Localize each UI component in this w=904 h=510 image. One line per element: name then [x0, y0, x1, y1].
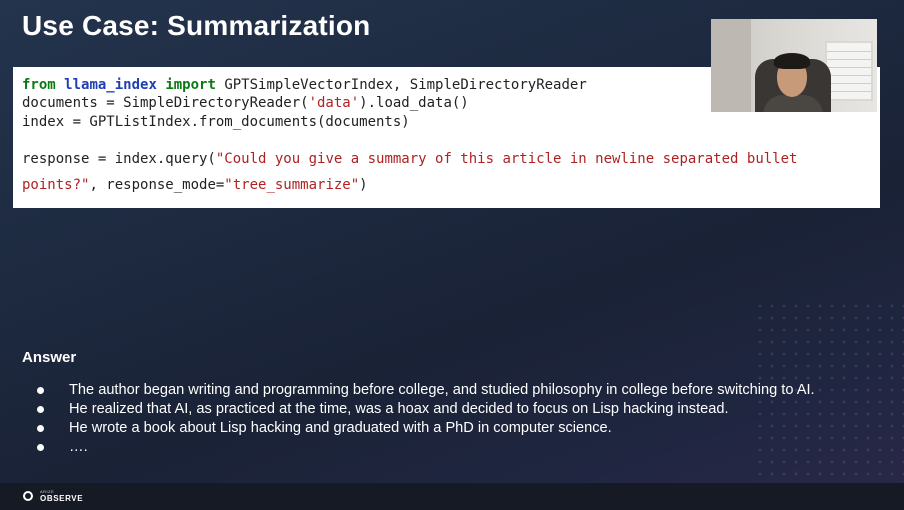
code-string: "tree_summarize" — [224, 177, 360, 193]
bullet-text: He realized that AI, as practiced at the… — [69, 401, 729, 417]
code-keyword: from — [22, 77, 56, 93]
code-string: "Could you give a summary of this articl… — [215, 151, 798, 167]
bullet-icon — [37, 406, 44, 413]
code-string: points?" — [22, 177, 90, 193]
code-module: llama_index — [64, 77, 157, 93]
bullet-icon — [37, 444, 44, 451]
presenter-webcam — [711, 19, 877, 112]
code-line-4: response = index.query("Could you give a… — [22, 151, 797, 167]
webcam-presenter-body — [763, 95, 823, 112]
code-line-1: from llama_index import GPTSimpleVectorI… — [22, 77, 587, 93]
bullet-text: …. — [69, 439, 88, 455]
webcam-presenter-hair — [774, 53, 810, 69]
answer-heading: Answer — [22, 349, 77, 366]
webcam-door — [711, 19, 751, 112]
code-string: 'data' — [308, 95, 360, 111]
code-keyword: import — [165, 77, 216, 93]
webcam-window — [825, 41, 873, 101]
code-line-3: index = GPTListIndex.from_documents(docu… — [22, 114, 410, 130]
arize-logo-icon — [23, 491, 33, 501]
code-text: index = GPTListIndex.from_documents(docu… — [22, 114, 410, 130]
code-text: documents = SimpleDirectoryReader( — [22, 95, 309, 111]
bullet-icon — [37, 425, 44, 432]
code-text: ) — [359, 177, 368, 193]
code-text: , response_mode= — [89, 177, 225, 193]
slide-title: Use Case: Summarization — [22, 10, 371, 41]
footer-bar: ARIZE OBSERVE — [0, 483, 904, 510]
bullet-text: The author began writing and programming… — [69, 382, 815, 398]
bullet-icon — [37, 387, 44, 394]
bullet-text: He wrote a book about Lisp hacking and g… — [69, 420, 612, 436]
code-text: response = index.query( — [22, 151, 216, 167]
logo-text: OBSERVE — [40, 494, 84, 503]
code-text: ).load_data() — [359, 95, 469, 111]
code-line-2: documents = SimpleDirectoryReader('data'… — [22, 95, 469, 111]
code-line-5: points?", response_mode="tree_summarize"… — [22, 177, 368, 193]
code-text: GPTSimpleVectorIndex, SimpleDirectoryRea… — [224, 77, 587, 93]
